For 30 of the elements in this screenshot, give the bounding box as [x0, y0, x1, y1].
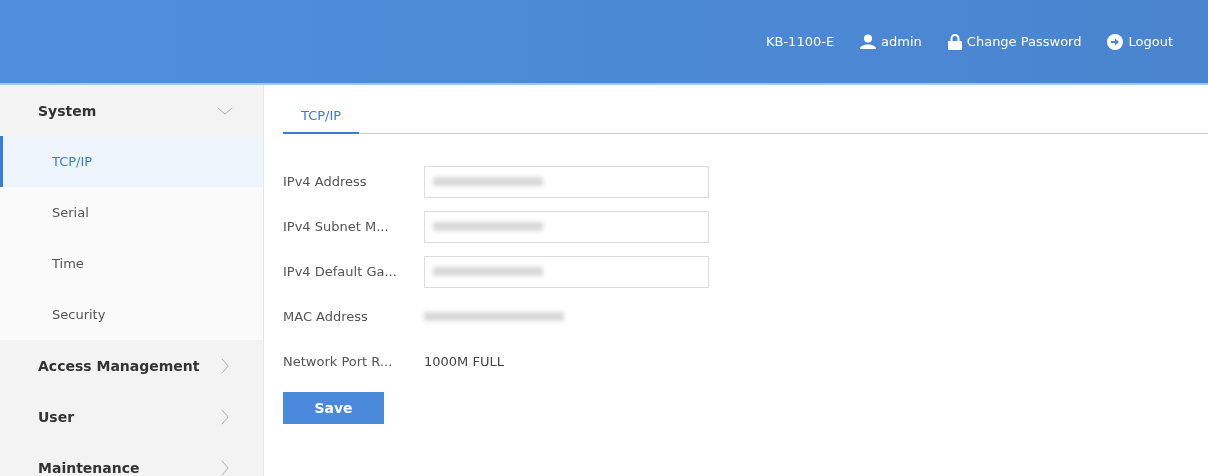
field-label: IPv4 Subnet M...	[283, 219, 390, 234]
input-field[interactable]	[424, 165, 709, 198]
input-field[interactable]	[424, 255, 709, 288]
field-value: 1000M FULL	[424, 354, 504, 369]
menu-item[interactable]: Serial	[0, 187, 263, 238]
menu-group-label: Access Management	[38, 357, 200, 374]
tab[interactable]: TCP/IP	[283, 105, 360, 134]
menu-group-label: Maintenance	[38, 459, 140, 476]
field-label: IPv4 Default Ga...	[283, 264, 398, 279]
menu-item[interactable]: TCP/IP	[0, 136, 263, 187]
menu-item[interactable]: Security	[0, 289, 263, 340]
logout-link[interactable]: Logout	[1107, 33, 1173, 50]
menu-group[interactable]: User	[0, 391, 263, 442]
device-name: KB-1100-E	[766, 34, 835, 49]
menu-group-label: User	[38, 408, 75, 425]
save-button[interactable]: Save	[283, 392, 384, 424]
logout-icon	[1107, 33, 1124, 50]
menu-group[interactable]: System	[0, 85, 263, 136]
menu-item[interactable]: Time	[0, 238, 263, 289]
menu-group-label: System	[38, 102, 97, 119]
user-icon	[860, 34, 877, 49]
menu-group[interactable]: Maintenance	[0, 442, 263, 476]
field-label: MAC Address	[283, 309, 369, 324]
input-field[interactable]	[424, 210, 709, 243]
user-link[interactable]: admin	[860, 34, 922, 49]
lock-icon	[947, 33, 962, 50]
field-label: IPv4 Address	[283, 174, 368, 189]
change-password-link[interactable]: Change Password	[947, 33, 1082, 50]
field-label: Network Port R...	[283, 354, 394, 369]
menu-group[interactable]: Access Management	[0, 340, 263, 391]
